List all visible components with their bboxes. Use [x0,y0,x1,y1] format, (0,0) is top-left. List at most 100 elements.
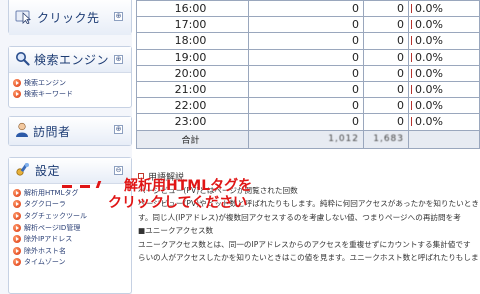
count-cell: 0 [248,48,364,66]
percent-bar [411,52,412,62]
percent-value: 0.0% [415,99,443,113]
sidebar-item-excluded-ip[interactable]: 除外IPアドレス [13,233,131,245]
sidebar-item-search-keyword[interactable]: 検索キーワード [13,89,131,101]
percent-bar [411,36,412,46]
sidebar-item-label: 解析ページID管理 [24,223,81,232]
table-row: 20:00 0 0 0.0% [136,64,480,82]
percent-bar [411,68,412,78]
percent-cell: 0.0% [408,32,480,50]
percent-bar [411,101,412,111]
count-cell: 0 [248,32,364,50]
search-engine-panel-title: 検索エンジン [34,53,110,67]
sidebar-item-label: タグチェックツール [24,211,87,220]
count-cell: 0 [248,80,364,99]
total-percent-cell [408,129,480,149]
unique-count-cell: 0 [363,64,409,82]
total-count: 1,012 [328,134,359,144]
sidebar-item-label: 解析用HTMLタグ [24,188,79,197]
click-panel-header[interactable]: クリック先 ⊕ [9,0,131,35]
annotation-line-1: 解析用HTMLタグを [124,178,253,194]
unique-count-cell: 0 [363,0,409,18]
percent-cell: 0.0% [408,113,480,131]
unique-count-cell: 0 [363,97,409,115]
percent-value: 0.0% [415,34,443,48]
visitor-panel: 訪問者 ⊕ [8,116,132,146]
percent-cell: 0.0% [408,48,480,66]
arrow-bullet-icon [13,211,21,220]
visitor-panel-header[interactable]: 訪問者 ⊕ [9,117,131,145]
table-row: 22:00 0 0 0.0% [136,97,480,115]
table-row: 21:00 0 0 0.0% [136,80,480,99]
arrow-bullet-icon [13,188,21,197]
total-unique-count: 1,683 [373,134,404,144]
arrow-bullet-icon [13,223,21,232]
hour-cell: 18:00 [136,32,249,50]
arrow-bullet-icon [13,200,21,209]
arrow-bullet-icon [13,258,21,267]
hour-cell: 21:00 [136,80,249,99]
pointer-icon [15,8,33,27]
search-engine-links: 検索エンジン 検索キーワード [9,73,131,102]
magnifier-icon [15,51,30,69]
total-count-cell: 1,012 [248,129,364,149]
sidebar-item-label: 検索エンジン [24,78,66,87]
percent-value: 0.0% [415,66,443,80]
hour-cell: 22:00 [136,97,249,115]
percent-bar [411,20,412,30]
sidebar-item-label: 除外IPアドレス [24,235,73,244]
hour-cell: 16:00 [136,0,249,18]
click-panel-toggle[interactable]: ⊕ [114,12,123,21]
glossary-line: らいの人がアクセスしたかを知りたいときはこの値を見ます。ユニークホスト数と呼ばれ… [138,253,479,263]
percent-value: 0.0% [415,2,443,16]
unique-count-cell: 0 [363,80,409,99]
percent-cell: 0.0% [408,64,480,82]
hour-cell: 20:00 [136,64,249,82]
percent-value: 0.0% [415,18,443,32]
percent-value: 0.0% [415,115,443,129]
count-cell: 0 [248,0,364,18]
settings-panel-toggle[interactable]: ⊖ [114,166,123,175]
percent-value: 0.0% [415,50,443,64]
table-row: 23:00 0 0 0.0% [136,113,480,131]
person-icon [15,122,29,140]
glossary-line: す。同じ人(IPアドレス)が複数回アクセスするのを考慮しない値、つまりページへの… [138,212,461,222]
sidebar-item-label: 除外ホスト名 [24,246,66,255]
hourly-stats-table: 16:00 0 0 0.0% 17:00 0 0 0.0% 18:00 0 0 … [136,0,480,164]
total-label: 合計 [136,129,249,149]
count-cell: 0 [248,113,364,131]
hour-cell: 23:00 [136,113,249,131]
search-engine-panel-toggle[interactable]: ⊕ [114,55,123,64]
sidebar: クリック先 ⊕ 検索エンジン ⊕ 検索エンジン 検索キーワード 訪問者 ⊕ 設定… [0,0,132,294]
visitor-panel-toggle[interactable]: ⊕ [114,125,123,134]
settings-panel-title: 設定 [35,164,61,178]
sidebar-item-excluded-host[interactable]: 除外ホスト名 [13,245,131,257]
arrow-bullet-icon [13,90,21,99]
sidebar-item-search-engine[interactable]: 検索エンジン [13,77,131,89]
percent-value: 0.0% [415,83,443,97]
unique-count-cell: 0 [363,16,409,34]
annotation-line-2: クリックしてください [108,195,248,211]
unique-count-cell: 0 [363,113,409,131]
table-row: 18:00 0 0 0.0% [136,32,480,50]
search-engine-panel-header[interactable]: 検索エンジン ⊕ [9,47,131,73]
sidebar-item-timezone[interactable]: タイムゾーン [13,257,131,269]
percent-cell: 0.0% [408,97,480,115]
visitor-panel-title: 訪問者 [33,124,71,139]
count-cell: 0 [248,64,364,82]
search-engine-panel: 検索エンジン ⊕ 検索エンジン 検索キーワード [8,46,132,108]
annotation-dash [62,185,72,188]
percent-bar [411,85,412,95]
table-row: 17:00 0 0 0.0% [136,16,480,34]
count-cell: 0 [248,16,364,34]
total-unique-cell: 1,683 [363,129,409,149]
annotation-dash [80,185,90,188]
click-panel: クリック先 ⊕ [8,0,132,35]
sidebar-item-page-id-management[interactable]: 解析ページID管理 [13,222,131,234]
percent-cell: 0.0% [408,16,480,34]
total-row: 合計 1,012 1,683 [136,129,480,149]
arrow-bullet-icon [13,78,21,87]
unique-count-cell: 0 [363,32,409,50]
glossary-subheading: ■ユニークアクセス数 [138,226,214,236]
hour-cell: 19:00 [136,48,249,66]
sidebar-item-label: タグクローラ [24,200,66,209]
